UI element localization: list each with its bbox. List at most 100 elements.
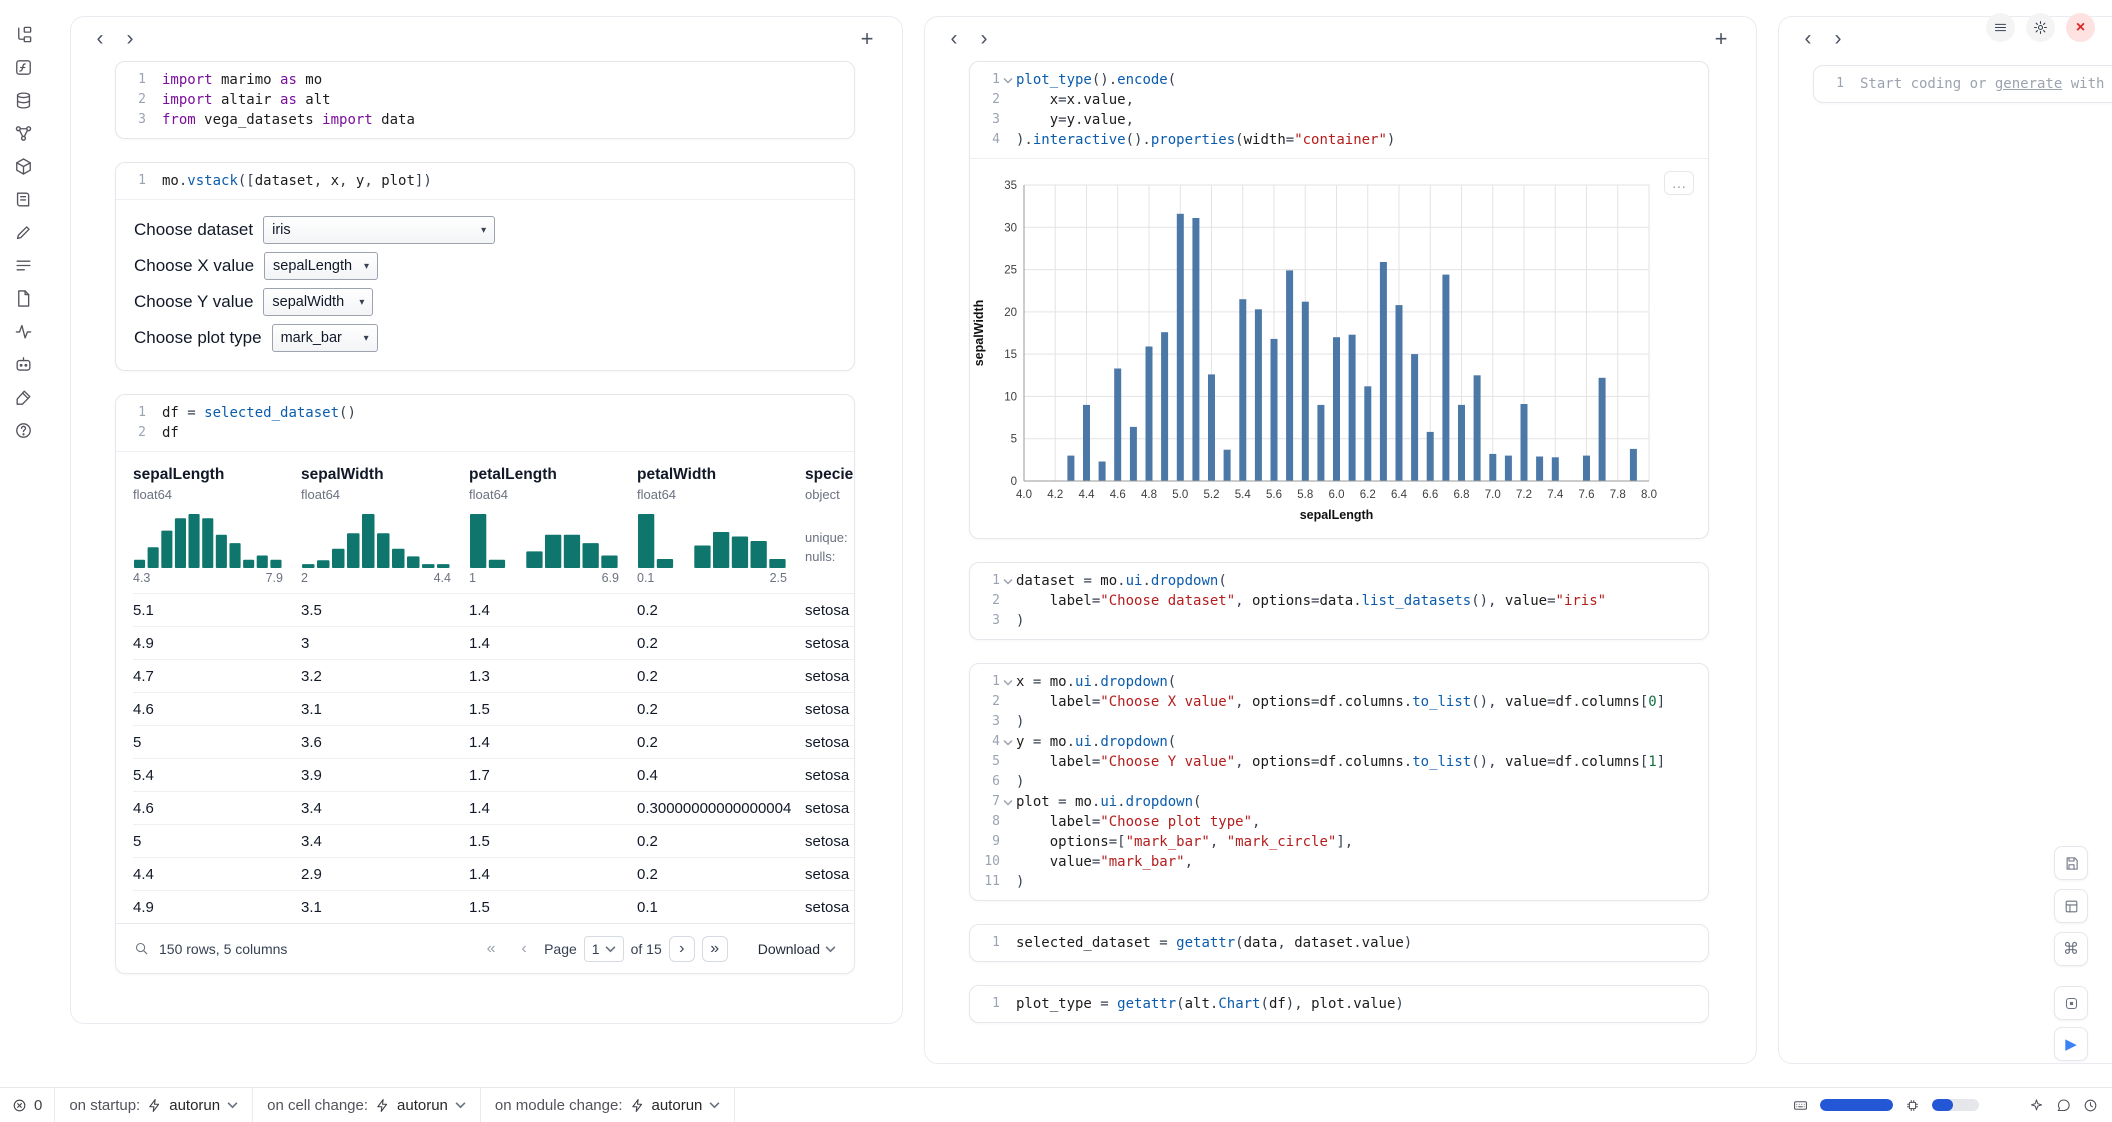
generate-ai-link[interactable]: generate [1995, 76, 2062, 92]
fold-indicator[interactable] [1000, 672, 1016, 692]
on-module-change-setting[interactable]: on module change: autorun [481, 1088, 734, 1122]
on-startup-setting[interactable]: on startup: autorun [55, 1088, 252, 1122]
memory-gauge[interactable] [1820, 1099, 1893, 1111]
code-editor[interactable]: 1plot_type().encode(2 x=x.value,3 y=y.va… [970, 62, 1708, 158]
chat-icon[interactable] [6, 349, 40, 379]
code-line-text[interactable]: plot_type = getattr(alt.Chart(df), plot.… [1016, 994, 1404, 1014]
table-row[interactable]: 4.42.91.40.2setosa [133, 857, 854, 890]
prev-page-button[interactable]: ‹ [511, 936, 537, 962]
column-next-button[interactable]: › [969, 25, 999, 53]
x-value-select[interactable]: sepalLength▾ [264, 252, 378, 280]
column-header-petalWidth[interactable]: petalWidthfloat640.12.5 [637, 466, 805, 585]
code-line-text[interactable]: label="Choose plot type", [1016, 812, 1260, 832]
keyboard-icon[interactable] [1793, 1098, 1808, 1113]
add-cell-button[interactable]: + [852, 25, 882, 53]
scratchpad-icon[interactable] [6, 217, 40, 247]
code-line-text[interactable]: ) [1016, 872, 1024, 892]
table-row[interactable]: 4.63.11.50.2setosa [133, 692, 854, 725]
tracing-icon[interactable] [6, 316, 40, 346]
code-line-text[interactable]: import marimo as mo [162, 70, 322, 90]
table-search-icon[interactable] [134, 941, 149, 956]
code-line-text[interactable]: x = mo.ui.dropdown( [1016, 672, 1176, 692]
dataset-select[interactable]: iris▾ [263, 216, 495, 244]
interrupt-button[interactable] [2054, 986, 2088, 1020]
y-value-select[interactable]: sepalWidth▾ [263, 288, 373, 316]
table-row[interactable]: 53.61.40.2setosa [133, 725, 854, 758]
table-row[interactable]: 5.13.51.40.2setosa [133, 593, 854, 626]
code-line-text[interactable]: ) [1016, 611, 1024, 631]
editor-placeholder[interactable]: Start coding or generate with AI [1860, 74, 2112, 94]
settings-gear-button[interactable] [2026, 13, 2055, 42]
code-editor[interactable]: 1mo.vstack([dataset, x, y, plot]) [116, 163, 854, 199]
column-prev-button[interactable]: ‹ [939, 25, 969, 53]
code-line-text[interactable]: options=["mark_bar", "mark_circle"], [1016, 832, 1353, 852]
fold-indicator[interactable] [1000, 571, 1016, 591]
last-page-button[interactable]: » [702, 936, 728, 962]
column-header-sepalWidth[interactable]: sepalWidthfloat6424.4 [301, 466, 469, 585]
datasets-icon[interactable] [6, 85, 40, 115]
notebook-menu-button[interactable] [1986, 13, 2015, 42]
runtime-history-icon[interactable] [2083, 1098, 2098, 1113]
fold-indicator[interactable] [1000, 792, 1016, 812]
code-editor[interactable]: 1import marimo as mo2import altair as al… [116, 62, 854, 138]
layout-button[interactable] [2054, 889, 2088, 923]
code-line-text[interactable]: selected_dataset = getattr(data, dataset… [1016, 933, 1412, 953]
column-next-button[interactable]: › [115, 25, 145, 53]
code-line-text[interactable]: y=y.value, [1016, 110, 1134, 130]
code-line-text[interactable]: from vega_datasets import data [162, 110, 415, 130]
code-line-text[interactable]: plot = mo.ui.dropdown( [1016, 792, 1201, 812]
errors-indicator[interactable]: 0 [0, 1088, 54, 1122]
packages-icon[interactable] [6, 151, 40, 181]
table-row[interactable]: 4.93.11.50.1setosa [133, 890, 854, 923]
first-page-button[interactable]: « [478, 936, 504, 962]
table-row[interactable]: 5.43.91.70.4setosa [133, 758, 854, 791]
functions-icon[interactable] [6, 52, 40, 82]
code-line-text[interactable]: df = selected_dataset() [162, 403, 356, 423]
dependencies-icon[interactable] [6, 118, 40, 148]
on-cell-change-setting[interactable]: on cell change: autorun [253, 1088, 480, 1122]
code-line-text[interactable]: label="Choose dataset", options=data.lis… [1016, 591, 1606, 611]
code-editor[interactable]: 1dataset = mo.ui.dropdown(2 label="Choos… [970, 563, 1708, 639]
code-line-text[interactable]: x=x.value, [1016, 90, 1134, 110]
column-header-petalLength[interactable]: petalLengthfloat6416.9 [469, 466, 637, 585]
snippets-icon[interactable] [6, 283, 40, 313]
table-row[interactable]: 4.931.40.2setosa [133, 626, 854, 659]
altair-chart[interactable]: 4.04.24.44.64.85.05.25.45.65.86.06.26.46… [970, 175, 1708, 532]
code-line-text[interactable]: df [162, 423, 179, 443]
annotations-icon[interactable] [6, 382, 40, 412]
table-row[interactable]: 4.63.41.40.30000000000000004setosa [133, 791, 854, 824]
column-header-sepalLength[interactable]: sepalLengthfloat644.37.9 [133, 466, 301, 585]
column-header-species[interactable]: speciesobjectunique:nulls: [805, 466, 854, 585]
save-button[interactable] [2054, 846, 2088, 880]
documentation-icon[interactable] [6, 184, 40, 214]
table-row[interactable]: 4.73.21.30.2setosa [133, 659, 854, 692]
code-line-text[interactable]: ) [1016, 772, 1024, 792]
cpu-gauge[interactable] [1932, 1099, 1979, 1111]
code-editor[interactable]: 1 Start coding or generate with AI [1814, 66, 2112, 102]
code-line-text[interactable]: dataset = mo.ui.dropdown( [1016, 571, 1227, 591]
next-page-button[interactable]: › [669, 936, 695, 962]
code-editor[interactable]: 1selected_dataset = getattr(data, datase… [970, 925, 1708, 961]
code-line-text[interactable]: value="mark_bar", [1016, 852, 1193, 872]
add-cell-button[interactable]: + [1706, 25, 1736, 53]
code-editor[interactable]: 1df = selected_dataset()2df [116, 395, 854, 451]
code-editor[interactable]: 1plot_type = getattr(alt.Chart(df), plot… [970, 986, 1708, 1022]
code-line-text[interactable]: plot_type().encode( [1016, 70, 1176, 90]
column-prev-button[interactable]: ‹ [85, 25, 115, 53]
ai-sparkle-icon[interactable] [2029, 1098, 2044, 1113]
column-next-button[interactable]: › [1823, 25, 1853, 53]
code-line-text[interactable]: label="Choose X value", options=df.colum… [1016, 692, 1665, 712]
code-editor[interactable]: 1x = mo.ui.dropdown(2 label="Choose X va… [970, 664, 1708, 900]
run-button[interactable]: ▶ [2054, 1027, 2088, 1061]
plot-type-select[interactable]: mark_bar▾ [272, 324, 378, 352]
code-line-text[interactable]: y = mo.ui.dropdown( [1016, 732, 1176, 752]
fold-indicator[interactable] [1000, 70, 1016, 90]
code-line-text[interactable]: ).interactive().properties(width="contai… [1016, 130, 1395, 150]
column-prev-button[interactable]: ‹ [1793, 25, 1823, 53]
page-select[interactable]: 1 [584, 936, 624, 962]
explorer-icon[interactable] [6, 19, 40, 49]
help-icon[interactable] [6, 415, 40, 445]
code-line-text[interactable]: ) [1016, 712, 1024, 732]
shutdown-button[interactable]: × [2066, 13, 2095, 42]
logs-icon[interactable] [6, 250, 40, 280]
